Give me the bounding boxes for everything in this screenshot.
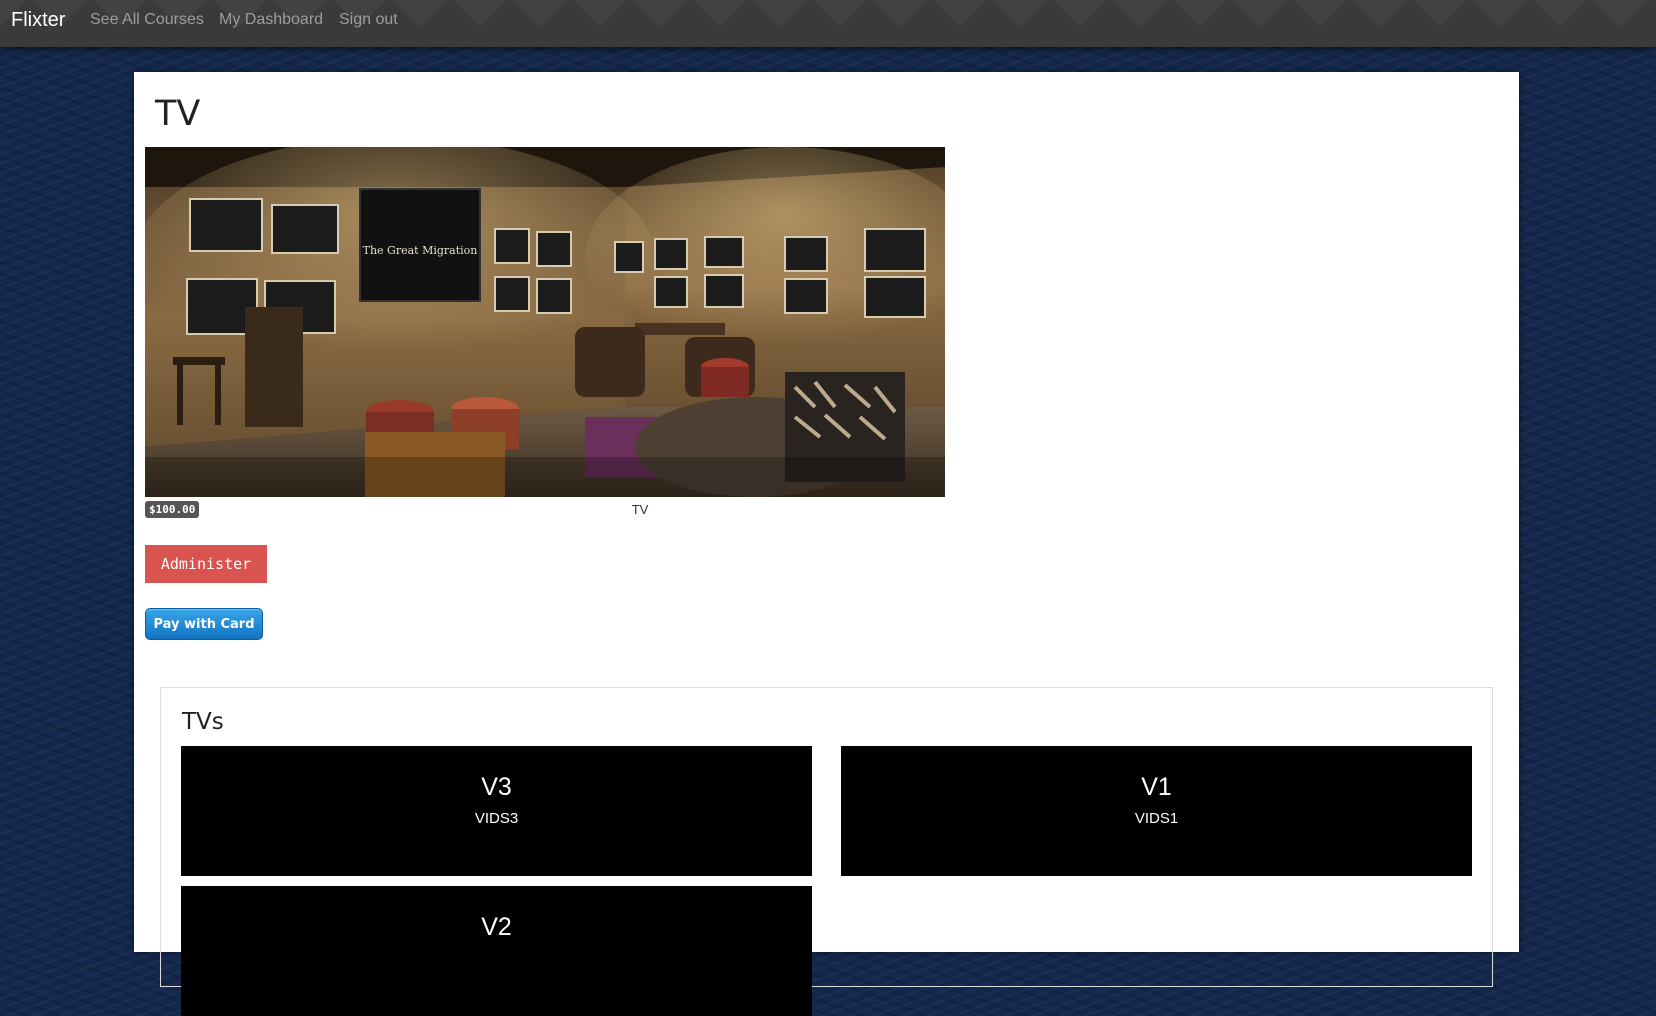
- nav-sign-out[interactable]: Sign out: [339, 11, 398, 29]
- nav-my-dashboard[interactable]: My Dashboard: [219, 11, 323, 29]
- page-title: TV: [155, 94, 201, 134]
- brand-logo-link[interactable]: Flixter: [11, 9, 65, 32]
- video-title: V1: [1141, 773, 1172, 801]
- top-navbar: Flixter See All Courses My Dashboard Sig…: [0, 0, 1656, 47]
- section-title: TVs: [182, 709, 224, 735]
- image-caption: TV: [631, 502, 649, 517]
- pay-with-card-button[interactable]: Pay with Card: [145, 608, 263, 640]
- main-content: TV The Great Migration $100.00 TV Admini…: [134, 72, 1519, 1016]
- video-card-v1[interactable]: V1 VIDS1: [841, 746, 1472, 876]
- price-badge: $100.00: [145, 501, 200, 518]
- section-panel: TVs V3 VIDS3 V1 VIDS1 V2: [160, 687, 1493, 1016]
- course-image: The Great Migration: [135, 137, 985, 497]
- administer-button[interactable]: Administer: [145, 545, 267, 583]
- video-subtitle: VIDS1: [1134, 810, 1179, 827]
- nav-see-all-courses[interactable]: See All Courses: [90, 11, 204, 29]
- video-title: V3: [481, 773, 512, 801]
- video-subtitle: VIDS3: [474, 810, 519, 827]
- video-title: V2: [481, 913, 512, 941]
- video-card-v2[interactable]: V2: [181, 886, 812, 1016]
- room-photo-illustration: The Great Migration: [135, 137, 985, 497]
- video-card-v3[interactable]: V3 VIDS3: [181, 746, 812, 876]
- screen-caption: The Great Migration: [363, 244, 478, 257]
